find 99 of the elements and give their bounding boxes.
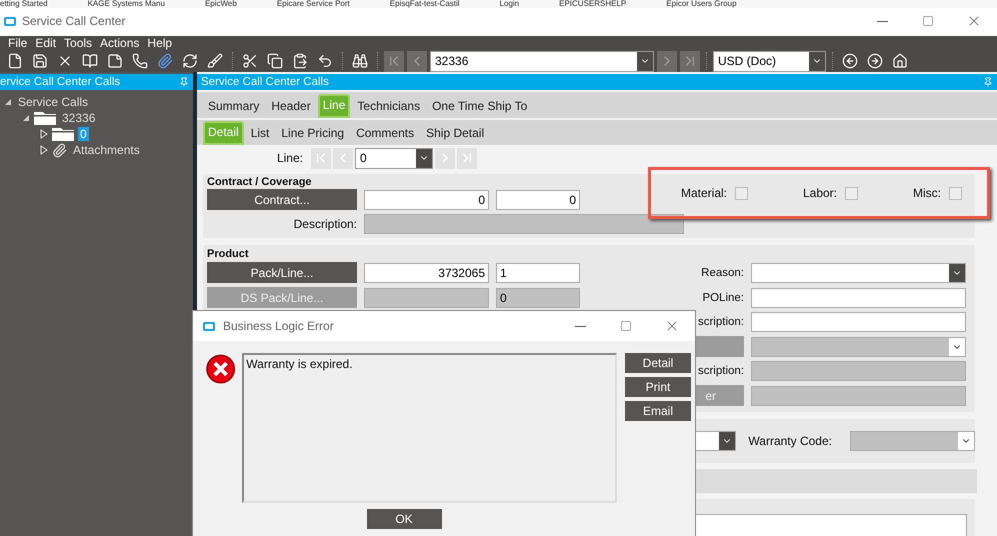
window-title: Service Call Center — [22, 14, 126, 28]
next-record-button[interactable] — [657, 50, 677, 72]
forward-icon — [867, 53, 883, 69]
collapsed-icon[interactable] — [40, 129, 48, 139]
previous-record-button[interactable] — [407, 50, 427, 72]
group-title: Contract / Coverage — [207, 176, 313, 188]
pack-line-button[interactable]: Pack/Line... — [207, 262, 357, 283]
paperclip-icon — [157, 53, 173, 69]
undo-icon — [317, 53, 333, 69]
collapsed-icon[interactable] — [40, 145, 48, 155]
dialog-button[interactable]: Detail — [625, 353, 691, 373]
copy-icon — [267, 53, 283, 69]
panel-title: Service Call Center Calls — [201, 76, 329, 88]
menu-item[interactable]: File — [4, 36, 32, 50]
maximize-icon — [620, 320, 632, 332]
group-title: Product — [207, 248, 250, 260]
book-icon — [82, 53, 98, 69]
bookmark[interactable]: Login — [500, 0, 520, 8]
dropdown-field[interactable] — [850, 431, 975, 451]
last-record-button[interactable] — [680, 50, 700, 72]
refresh-icon — [182, 53, 198, 69]
tab[interactable]: Summary — [203, 96, 264, 118]
field-label: POLine: — [702, 292, 744, 304]
field-label: Description: — [294, 217, 357, 231]
menu-item[interactable]: Edit — [31, 36, 60, 50]
tab[interactable]: One Time Ship To — [427, 96, 532, 118]
phone-icon — [132, 53, 148, 69]
bookmark[interactable]: KAGE Systems Manu — [88, 0, 165, 8]
tree-item[interactable]: Service Calls — [16, 95, 90, 109]
tab[interactable]: Technicians — [352, 96, 426, 118]
input-field[interactable]: 3732065 — [364, 262, 489, 282]
tab[interactable]: Header — [266, 96, 316, 118]
bookmark[interactable]: EpisqFat-test-Castil — [390, 0, 460, 8]
pin-icon — [983, 77, 993, 87]
input-field[interactable]: 0 — [496, 288, 580, 308]
maximize-icon — [922, 15, 934, 27]
field-label: Warranty Code: — [748, 434, 833, 448]
input-field[interactable]: 0 — [364, 190, 489, 210]
first-record-button[interactable] — [384, 50, 404, 72]
tab[interactable]: Ship Detail — [421, 123, 490, 145]
bookmark[interactable]: EPICUSERSHELP — [559, 0, 626, 8]
field-label: scription: — [698, 316, 744, 328]
panel-title: ervice Call Center Calls — [0, 76, 120, 88]
input-field[interactable] — [364, 288, 489, 308]
paperclip-icon — [52, 142, 67, 158]
error-message: Warranty is expired. — [242, 353, 617, 503]
tree-item[interactable]: Attachments — [71, 143, 142, 157]
currency-select[interactable]: USD (Doc) — [713, 50, 826, 72]
note-icon — [107, 53, 123, 69]
tab[interactable]: Line Pricing — [276, 123, 350, 145]
dialog-button[interactable]: Print — [625, 377, 691, 397]
menu-item[interactable]: Actions — [96, 36, 144, 50]
pin-icon — [179, 77, 189, 87]
checkbox-label: Labor: — [802, 186, 838, 200]
field-label: scription: — [698, 365, 744, 377]
contract-button[interactable]: Contract... — [207, 189, 357, 210]
checkbox-label: Misc: — [912, 186, 941, 200]
paste-icon — [292, 53, 308, 69]
tab[interactable]: Comments — [351, 123, 420, 145]
checkbox[interactable] — [735, 186, 748, 200]
brush-icon — [207, 53, 223, 69]
expanded-icon[interactable] — [4, 98, 12, 106]
app-logo-icon — [203, 322, 215, 330]
input-field[interactable] — [751, 288, 966, 308]
input-field[interactable]: 0 — [496, 190, 580, 210]
dialog-title: Business Logic Error — [223, 319, 335, 333]
menu-item[interactable]: Tools — [60, 36, 96, 50]
dialog-button[interactable]: Email — [625, 401, 691, 421]
tree-item[interactable]: 32336 — [60, 111, 98, 125]
field-label: Line: — [276, 151, 304, 165]
app-logo-icon — [4, 16, 16, 26]
field-label: Reason: — [701, 266, 744, 278]
back-icon — [842, 53, 858, 69]
ok-button[interactable]: OK — [366, 509, 442, 529]
bookmark[interactable]: Epicare Service Port — [276, 0, 350, 8]
checkbox[interactable] — [948, 186, 962, 200]
checkbox[interactable] — [845, 186, 858, 200]
expanded-icon[interactable] — [22, 114, 30, 122]
menu-item[interactable]: Help — [143, 36, 176, 50]
checkbox-label: Material: — [681, 186, 728, 200]
folder-icon — [52, 128, 74, 140]
cut-icon — [242, 53, 258, 69]
record-field[interactable]: 32336 — [430, 50, 654, 72]
input-field[interactable] — [364, 214, 684, 234]
home-icon — [892, 53, 908, 69]
bookmark[interactable]: etting Started — [0, 0, 48, 8]
tab[interactable]: List — [246, 123, 274, 145]
folder-icon — [34, 112, 56, 124]
minimize-icon — [876, 20, 888, 22]
bookmark[interactable]: Epicor Users Group — [666, 0, 737, 8]
error-icon — [205, 353, 236, 385]
input-field[interactable] — [751, 312, 966, 332]
input-field[interactable]: 1 — [496, 262, 580, 282]
line-select[interactable]: 0 — [355, 148, 433, 168]
new-icon — [7, 53, 23, 69]
dropdown-field[interactable] — [751, 262, 966, 282]
bookmark[interactable]: EpicWeb — [204, 0, 237, 8]
binoculars-icon — [352, 53, 368, 69]
save-icon — [32, 53, 48, 69]
